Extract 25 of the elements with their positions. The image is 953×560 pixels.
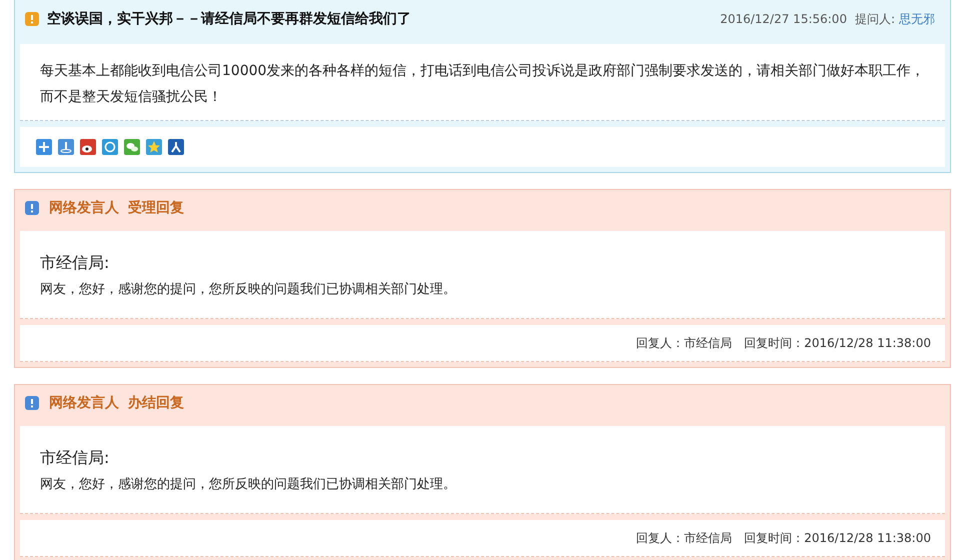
chat-bubbles-icon[interactable] — [124, 139, 140, 155]
reply-department: 市经信局: — [40, 253, 110, 274]
info-icon — [25, 12, 39, 26]
reply-body: 网友，您好，感谢您的提问，您所反映的问题我们已协调相关部门处理。 — [40, 476, 457, 493]
asker-link[interactable]: 思无邪 — [899, 10, 935, 28]
alert-icon — [25, 396, 39, 410]
ring-icon[interactable] — [102, 139, 118, 155]
reply-title: 网络发言人 受理回复 — [49, 198, 184, 216]
plus-icon[interactable] — [36, 139, 52, 155]
eye-icon[interactable] — [80, 139, 96, 155]
alert-icon — [25, 200, 39, 214]
reply-title: 网络发言人 办结回复 — [49, 394, 184, 412]
question-body: 每天基本上都能收到电信公司10000发来的各种各样的短信，打电话到电信公司投诉说是政府部门强制要求发送的，请相关部门做好本职工作，而不是整天发短信骚扰公民！ — [40, 62, 925, 107]
reply-department: 市经信局: — [40, 448, 110, 469]
replier: 回复人：市经信局 — [636, 530, 732, 546]
pin-icon[interactable] — [58, 139, 74, 155]
reply-body: 网友，您好，感谢您的提问，您所反映的问题我们已协调相关部门处理。 — [40, 281, 457, 298]
asker-label: 提问人: — [854, 10, 895, 28]
star-icon[interactable] — [146, 139, 162, 155]
replier: 回复人：市经信局 — [636, 334, 732, 352]
question-time: 2016/12/27 15:56:00 — [720, 12, 847, 26]
reply-time: 回复时间：2016/12/28 11:38:00 — [744, 530, 931, 546]
reply-time: 回复时间：2016/12/28 11:38:00 — [744, 334, 931, 352]
question-title: 空谈误国，实干兴邦－－请经信局不要再群发短信给我们了 — [47, 10, 412, 28]
person-icon[interactable] — [168, 139, 184, 155]
